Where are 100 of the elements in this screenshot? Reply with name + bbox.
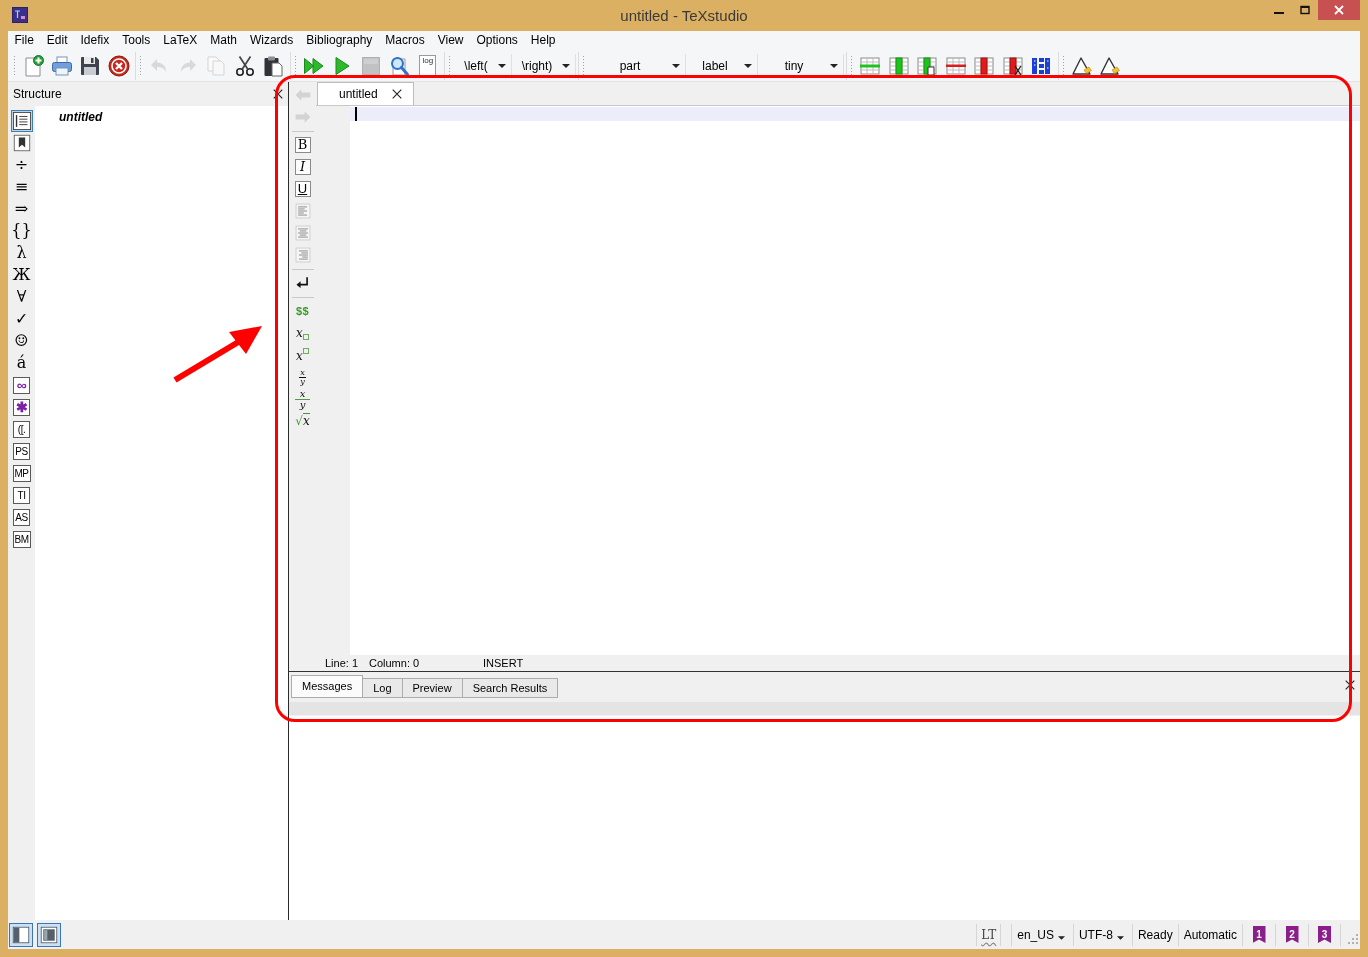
small-fraction-button[interactable]: x y [291, 366, 314, 388]
dropdown[interactable]: tiny [758, 53, 844, 78]
caret-icon [498, 63, 506, 68]
sidebar-tab[interactable]: BM [10, 528, 33, 550]
printer-icon [50, 54, 73, 77]
sidebar-tab[interactable] [10, 110, 33, 132]
clipboard-icon [262, 54, 285, 77]
sidebar-tab[interactable]: Ж [10, 264, 33, 286]
caret-icon [744, 63, 752, 68]
menu-item[interactable]: Math [203, 32, 244, 49]
align-right-icon [293, 246, 312, 264]
languagetool-button[interactable]: LT [976, 923, 1002, 946]
toolbar-handle[interactable] [850, 54, 854, 77]
panel-tab[interactable]: Preview [401, 678, 463, 698]
sidebar-tab[interactable]: ⇒ [10, 198, 33, 220]
sidebar-tab[interactable]: TI [10, 484, 33, 506]
table-row-icon [859, 54, 882, 77]
panel-tab[interactable]: Messages [291, 675, 364, 698]
table-column-icon [887, 54, 910, 77]
new-file-icon [22, 54, 45, 77]
scissors-icon [233, 54, 256, 77]
sidebar-tab[interactable]: ([. [10, 418, 33, 440]
caret-icon [1116, 935, 1124, 940]
text-cursor [355, 107, 357, 121]
sidebar-tab[interactable]: ÷ [10, 154, 33, 176]
menu-item[interactable]: Wizards [243, 32, 300, 49]
panel-tab[interactable]: Search Results [461, 678, 559, 698]
table-row-icon [944, 54, 967, 77]
menu-item[interactable]: Edit [40, 32, 75, 49]
menu-item[interactable]: Tools [115, 32, 157, 49]
menu-item[interactable]: Options [470, 32, 525, 49]
align-center-icon [293, 224, 312, 242]
menu-item[interactable]: Idefix [74, 32, 116, 49]
sidebar-tab[interactable]: ∀ [10, 286, 33, 308]
sidebar-tab[interactable]: ☺ [10, 330, 33, 352]
sidebar-tab[interactable]: ∞ [10, 374, 33, 396]
panel-title: Structure [13, 87, 62, 101]
sidebar-tab[interactable]: ≡ [10, 176, 33, 198]
sidebar-tab[interactable]: MP [10, 462, 33, 484]
menu-item[interactable]: Macros [378, 32, 432, 49]
panel-toggle-button[interactable] [9, 922, 33, 947]
subscript-button[interactable]: x [291, 322, 314, 344]
dropdown[interactable]: \right) [512, 53, 576, 78]
triangle-pencil-icon [1070, 54, 1093, 77]
sidebar-tab[interactable]: á [10, 352, 33, 374]
sidebar-tab[interactable]: ✓ [10, 308, 33, 330]
dropdown[interactable]: part [588, 53, 686, 78]
menu-item[interactable]: Bibliography [299, 32, 379, 49]
caret-icon [672, 63, 680, 68]
bookmark-button[interactable]: 2 [1285, 926, 1299, 943]
square-root-button[interactable]: √x [291, 410, 314, 432]
table-column-cross-icon [1001, 54, 1024, 77]
menu-item[interactable]: Help [524, 32, 563, 49]
column-indicator: Column: 0 [369, 656, 420, 669]
sidebar-tab[interactable]: PS [10, 440, 33, 462]
caret-icon [830, 63, 838, 68]
stop-icon [359, 54, 382, 77]
close-icon[interactable] [1344, 679, 1356, 691]
close-window-button[interactable] [1318, 0, 1360, 20]
menu-item[interactable]: File [8, 32, 41, 49]
close-icon [107, 54, 130, 77]
status-text: Ready [1137, 926, 1173, 944]
edit-mode: INSERT [483, 655, 524, 671]
superscript-button[interactable]: x [291, 344, 314, 366]
caret-icon [1057, 935, 1065, 940]
menu-item[interactable]: LaTeX [156, 32, 204, 49]
toolbar-handle[interactable] [448, 54, 452, 77]
dropdown[interactable]: \left( [454, 53, 512, 78]
dropdown[interactable]: label [686, 53, 758, 78]
tree-item[interactable]: untitled [59, 110, 103, 125]
toolbar-handle[interactable] [13, 54, 17, 77]
bookmark-button[interactable]: 1 [1252, 926, 1266, 943]
bookmark-icon [11, 133, 32, 153]
sidebar-tab[interactable]: AS [10, 506, 33, 528]
fraction-button[interactable]: x y [291, 388, 314, 410]
close-icon [1334, 5, 1344, 15]
compile-mode-text: Automatic [1183, 926, 1237, 944]
language-dropdown[interactable]: en_US [1011, 923, 1073, 946]
encoding-dropdown[interactable]: UTF-8 [1072, 923, 1132, 946]
line-indicator: Line: 1 [325, 656, 359, 669]
panel-tab[interactable]: Log [362, 678, 403, 698]
table-column-page-icon [916, 54, 939, 77]
toolbar-handle[interactable] [139, 54, 143, 77]
editor-tab[interactable]: untitled [317, 82, 414, 105]
bookmark-button[interactable]: 3 [1318, 926, 1331, 943]
sidebar-tab[interactable]: {} [10, 220, 33, 242]
log-button[interactable]: log [413, 52, 442, 79]
copy-icon [205, 54, 228, 77]
panel-toggle-button[interactable] [37, 922, 61, 947]
caret-icon [562, 63, 570, 68]
list-icon [11, 111, 32, 131]
resize-grip[interactable] [1348, 933, 1358, 944]
close-icon[interactable] [390, 88, 403, 100]
toolbar-handle[interactable] [582, 54, 586, 77]
align-left-icon [293, 202, 312, 220]
sidebar-tab[interactable]: λ [10, 242, 33, 264]
close-icon[interactable] [272, 88, 284, 100]
sidebar-tab[interactable]: ✱ [10, 396, 33, 418]
menu-item[interactable]: View [431, 32, 470, 49]
table-column-icon [973, 54, 996, 77]
